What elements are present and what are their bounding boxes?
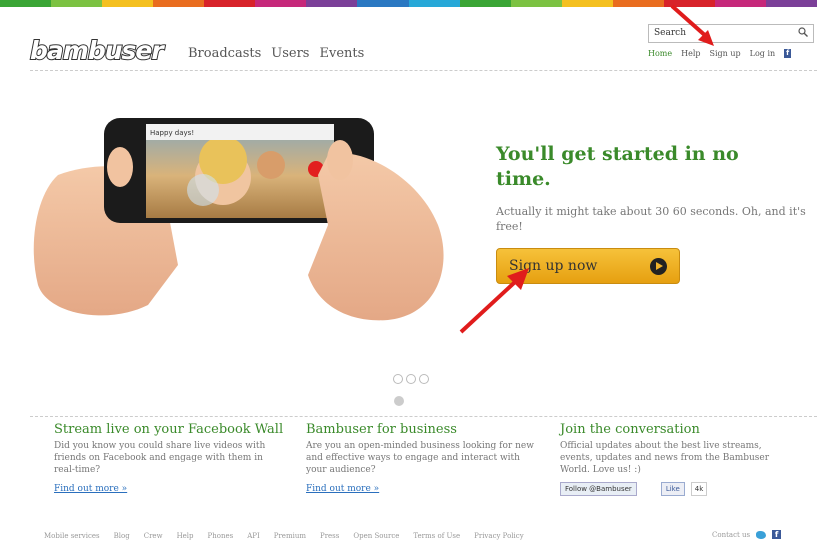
footer-link[interactable]: Blog [114, 532, 130, 540]
carousel-dot[interactable] [406, 374, 416, 384]
like-count: 4k [690, 482, 708, 496]
color-bar-segment [51, 0, 103, 7]
color-bar-segment [0, 0, 52, 7]
footer-link[interactable]: Open Source [353, 532, 399, 540]
facebook-like-button[interactable]: Like [660, 482, 685, 496]
nav-users[interactable]: Users [271, 46, 309, 61]
bambuser-logo[interactable]: bambuser [29, 35, 165, 66]
conversation-column: Join the conversation Official updates a… [560, 422, 792, 496]
red-arrow-icon [670, 4, 714, 46]
main-nav: Broadcasts Users Events [188, 46, 364, 61]
hero-subtitle: Actually it might take about 30 60 secon… [496, 205, 806, 233]
nav-broadcasts[interactable]: Broadcasts [188, 46, 261, 61]
phone-caption: Happy days! [150, 129, 194, 137]
search-icon[interactable] [798, 27, 808, 37]
social-buttons: Follow @Bambuser Like 4k [560, 482, 792, 496]
business-column: Bambuser for business Are you an open-mi… [306, 422, 538, 495]
nav-login[interactable]: Log in [750, 49, 776, 58]
carousel-dots [393, 374, 429, 384]
footer-link[interactable]: Privacy Policy [474, 532, 524, 540]
header-divider [30, 70, 817, 71]
business-text: Are you an open-minded business looking … [306, 441, 534, 475]
carousel-dot[interactable] [393, 374, 403, 384]
color-bar-segment [459, 0, 511, 7]
color-bar-segment [612, 0, 664, 7]
color-bar-segment [204, 0, 256, 7]
color-bar-segment [357, 0, 409, 7]
phone-in-hands-image: Happy days! [33, 118, 444, 321]
red-arrow-icon [459, 268, 529, 334]
hero-title: You'll get started in no time. [496, 143, 739, 190]
facebook-find-out-more-link[interactable]: Find out more » [54, 484, 127, 494]
color-bar-segment [714, 0, 766, 7]
color-bar-segment [408, 0, 460, 7]
facebook-icon[interactable]: f [772, 530, 782, 539]
footer-link[interactable]: Mobile services [44, 532, 100, 540]
footer-links: Mobile services Blog Crew Help Phones API Prem… [44, 532, 524, 540]
color-bar-segment [306, 0, 358, 7]
conversation-title: Join the conversation [560, 422, 700, 437]
top-nav: Home Help Sign up Log in f [648, 49, 792, 58]
color-bar-segment [765, 0, 817, 7]
play-icon [650, 258, 667, 275]
contact-us-link[interactable]: Contact us [712, 531, 750, 539]
business-title: Bambuser for business [306, 422, 457, 437]
color-bar-segment [102, 0, 154, 7]
footer-link[interactable]: Terms of Use [413, 532, 460, 540]
twitter-icon[interactable] [756, 530, 767, 539]
twitter-follow-button[interactable]: Follow @Bambuser [560, 482, 637, 496]
nav-events[interactable]: Events [319, 46, 364, 61]
footer-link[interactable]: Help [177, 532, 194, 540]
content-divider [30, 416, 817, 417]
footer-link[interactable]: API [247, 532, 260, 540]
footer-link[interactable]: Press [320, 532, 339, 540]
color-bar-segment [153, 0, 205, 7]
footer-link[interactable]: Phones [208, 532, 234, 540]
footer-link[interactable]: Premium [274, 532, 306, 540]
business-find-out-more-link[interactable]: Find out more » [306, 484, 379, 494]
carousel-dot[interactable] [419, 374, 429, 384]
nav-help[interactable]: Help [681, 49, 700, 58]
carousel-indicator[interactable] [394, 396, 404, 406]
footer-link[interactable]: Crew [144, 532, 163, 540]
facebook-column: Stream live on your Facebook Wall Did yo… [54, 422, 286, 495]
color-bar-segment [510, 0, 562, 7]
nav-signup[interactable]: Sign up [710, 49, 741, 58]
conversation-text: Official updates about the best live str… [560, 441, 770, 475]
facebook-title: Stream live on your Facebook Wall [54, 422, 284, 437]
color-bar-segment [255, 0, 307, 7]
footer-contact: Contact us f [712, 530, 782, 539]
color-bar-segment [561, 0, 613, 7]
facebook-text: Did you know you could share live videos… [54, 441, 266, 475]
facebook-icon[interactable]: f [784, 49, 792, 58]
nav-home[interactable]: Home [648, 49, 672, 58]
